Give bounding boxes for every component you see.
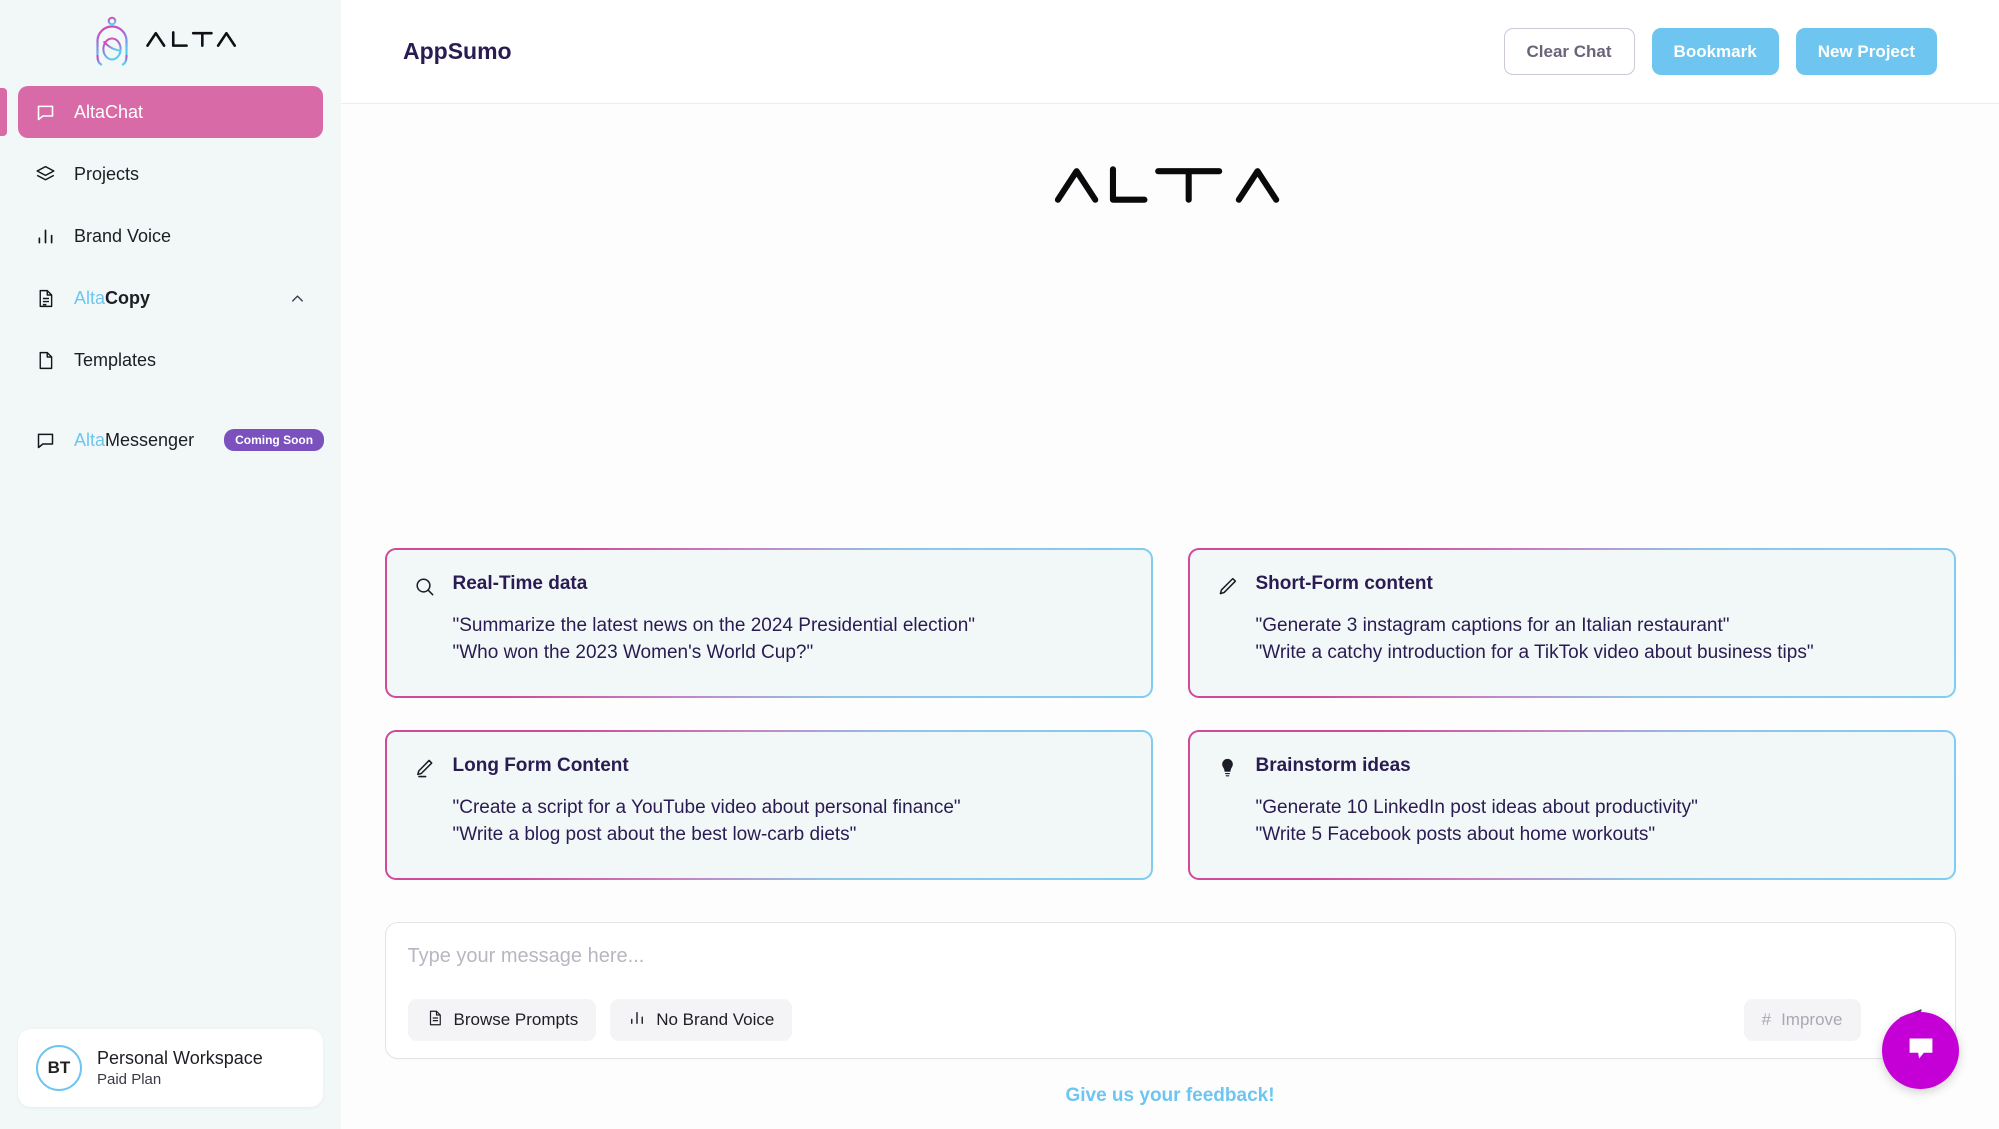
card-examples: "Create a script for a YouTube video abo…	[453, 795, 1125, 849]
sidebar-item-label: Brand Voice	[74, 225, 172, 246]
chevron-up-icon[interactable]	[287, 288, 307, 308]
bookmark-button[interactable]: Bookmark	[1651, 28, 1779, 75]
message-input[interactable]	[407, 941, 1933, 998]
card-title: Short-Form content	[1255, 573, 1433, 594]
card-examples: "Generate 3 instagram captions for an It…	[1256, 613, 1928, 667]
card-example-line: "Generate 3 instagram captions for an It…	[1255, 615, 1730, 636]
bar-chart-icon	[628, 1009, 646, 1032]
sidebar-item-altacopy[interactable]: AltaCopy	[18, 272, 323, 324]
sidebar-item-altachat[interactable]: AltaChat	[0, 86, 323, 138]
card-title: Real-Time data	[452, 573, 588, 594]
card-examples: "Summarize the latest news on the 2024 P…	[453, 613, 1125, 667]
alta-wordmark	[145, 28, 253, 55]
sidebar-divider-space	[0, 396, 341, 414]
sidebar-item-label: AltaChat	[74, 101, 144, 122]
document-text-icon	[34, 287, 56, 309]
card-example-line: "Who won the 2023 Women's World Cup?"	[452, 641, 814, 663]
new-project-button[interactable]: New Project	[1795, 28, 1937, 75]
card-header: Short-Form content	[1216, 572, 1928, 599]
suggestion-card-long-form-content[interactable]: Long Form Content "Create a script for a…	[384, 730, 1153, 880]
sidebar-item-label: Templates	[74, 349, 157, 370]
pencil-icon	[1216, 575, 1240, 599]
sidebar-item-brand-voice[interactable]: Brand Voice	[18, 210, 323, 262]
support-chat-widget-button[interactable]	[1882, 1012, 1959, 1089]
composer-toolbar: Browse Prompts No Brand Voice # Improve	[407, 998, 1933, 1042]
improve-label: Improve	[1781, 1010, 1843, 1029]
chat-bubble-icon	[34, 429, 56, 451]
page-title: AppSumo	[403, 38, 512, 64]
workspace-card[interactable]: BT Personal Workspace Paid Plan	[18, 1029, 323, 1107]
card-examples: "Generate 10 LinkedIn post ideas about p…	[1256, 795, 1928, 849]
chat-bubble-icon	[34, 101, 56, 123]
sidebar-item-label: AltaMessenger	[74, 429, 195, 450]
sidebar-logo[interactable]	[0, 0, 341, 82]
card-header: Long Form Content	[413, 754, 1125, 781]
browse-prompts-button[interactable]: Browse Prompts	[407, 999, 597, 1041]
lightbulb-icon	[1216, 757, 1240, 781]
top-bar: AppSumo Clear Chat Bookmark New Project	[341, 0, 1999, 104]
sidebar-item-templates[interactable]: Templates	[18, 334, 323, 386]
card-example-line: "Create a script for a YouTube video abo…	[452, 797, 961, 818]
search-icon	[413, 575, 437, 599]
chat-bubble-icon	[1902, 1029, 1940, 1072]
feedback-link[interactable]: Give us your feedback!	[1065, 1085, 1274, 1107]
card-example-line: "Summarize the latest news on the 2024 P…	[452, 615, 976, 636]
sidebar-item-label: Projects	[74, 163, 140, 184]
composer: Browse Prompts No Brand Voice # Improve	[384, 922, 1956, 1059]
sidebar-item-altamessenger[interactable]: AltaMessenger Coming Soon	[18, 414, 325, 466]
workspace-name: Personal Workspace	[97, 1048, 263, 1068]
avatar: BT	[36, 1045, 82, 1091]
alta-robot-head-icon	[89, 16, 135, 66]
clear-chat-button[interactable]: Clear Chat	[1503, 28, 1635, 75]
chat-content-area: Real-Time data "Summarize the latest new…	[341, 104, 1999, 1129]
card-example-line: "Write a catchy introduction for a TikTo…	[1255, 641, 1814, 663]
status-badge-coming-soon: Coming Soon	[224, 429, 325, 451]
card-example-line: "Generate 10 LinkedIn post ideas about p…	[1255, 797, 1698, 818]
card-header: Brainstorm ideas	[1216, 754, 1928, 781]
file-icon	[34, 349, 56, 371]
sidebar-item-projects[interactable]: Projects	[18, 148, 323, 200]
bar-chart-icon	[34, 225, 56, 247]
card-example-line: "Write 5 Facebook posts about home worko…	[1255, 823, 1656, 845]
main-panel: AppSumo Clear Chat Bookmark New Project	[341, 0, 1999, 1129]
document-text-icon	[426, 1009, 444, 1032]
browse-prompts-label: Browse Prompts	[453, 1010, 579, 1029]
layers-icon	[34, 163, 56, 185]
suggestion-cards-grid: Real-Time data "Summarize the latest new…	[384, 548, 1956, 880]
suggestion-card-real-time-data[interactable]: Real-Time data "Summarize the latest new…	[384, 548, 1153, 698]
improve-button[interactable]: # Improve	[1743, 999, 1861, 1041]
card-title: Long Form Content	[452, 755, 629, 776]
workspace-text: Personal Workspace Paid Plan	[97, 1047, 263, 1089]
card-example-line: "Write a blog post about the best low-ca…	[452, 823, 857, 845]
composer-section: Browse Prompts No Brand Voice # Improve	[384, 922, 1956, 1059]
suggestion-card-brainstorm-ideas[interactable]: Brainstorm ideas "Generate 10 LinkedIn p…	[1187, 730, 1956, 880]
workspace-section: BT Personal Workspace Paid Plan	[0, 1029, 341, 1129]
sidebar-nav: AltaChat Projects Brand Voice AltaCopy T…	[0, 82, 341, 476]
workspace-plan: Paid Plan	[97, 1070, 162, 1088]
sidebar-item-label: AltaCopy	[74, 287, 151, 308]
top-bar-actions: Clear Chat Bookmark New Project	[1503, 28, 1937, 75]
app-root: AltaChat Projects Brand Voice AltaCopy T…	[0, 0, 1999, 1129]
brand-voice-button[interactable]: No Brand Voice	[610, 999, 793, 1041]
brand-voice-label: No Brand Voice	[656, 1010, 775, 1029]
card-header: Real-Time data	[413, 572, 1125, 599]
hash-icon: #	[1761, 1010, 1772, 1029]
card-title: Brainstorm ideas	[1255, 755, 1411, 776]
suggestion-card-short-form-content[interactable]: Short-Form content "Generate 3 instagram…	[1187, 548, 1956, 698]
sidebar: AltaChat Projects Brand Voice AltaCopy T…	[0, 0, 341, 1129]
hero-alta-wordmark	[1052, 162, 1288, 211]
pencil-line-icon	[413, 757, 437, 781]
